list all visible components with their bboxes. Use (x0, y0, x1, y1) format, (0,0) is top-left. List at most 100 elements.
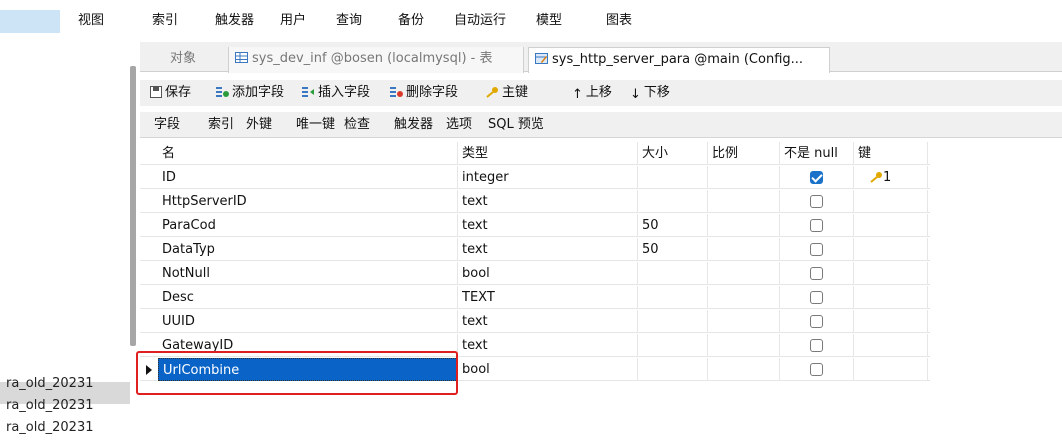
tab-fields[interactable]: 字段 (154, 114, 180, 136)
field-name-cell[interactable]: NotNull (158, 262, 458, 285)
tab-checks[interactable]: 检查 (344, 114, 370, 136)
field-type-cell[interactable]: text (458, 334, 638, 357)
field-type-cell[interactable]: text (458, 214, 638, 237)
row-marker[interactable] (140, 238, 158, 261)
key-cell[interactable] (854, 214, 928, 237)
not-null-checkbox[interactable] (810, 195, 823, 208)
field-scale-cell[interactable] (708, 358, 780, 381)
field-size-cell[interactable] (638, 334, 708, 357)
field-size-cell[interactable] (638, 358, 708, 381)
panel-splitter[interactable] (130, 66, 136, 346)
nav-table-item[interactable]: ra_old_20231 (6, 396, 93, 416)
not-null-checkbox[interactable] (810, 243, 823, 256)
field-type-cell[interactable]: bool (458, 358, 638, 381)
key-cell[interactable]: 1 (854, 166, 928, 189)
field-size-cell[interactable]: 50 (638, 238, 708, 261)
tab-sql-preview[interactable]: SQL 预览 (488, 114, 544, 136)
row-marker[interactable] (140, 286, 158, 309)
key-cell[interactable] (854, 238, 928, 261)
menu-user[interactable]: 用户 (280, 10, 306, 32)
row-marker[interactable] (140, 166, 158, 189)
not-null-checkbox[interactable] (810, 339, 823, 352)
field-type-cell[interactable]: integer (458, 166, 638, 189)
tab-foreign-keys[interactable]: 外键 (246, 114, 272, 136)
field-scale-cell[interactable] (708, 214, 780, 237)
field-scale-cell[interactable] (708, 286, 780, 309)
field-size-cell[interactable] (638, 262, 708, 285)
not-null-checkbox[interactable] (810, 267, 823, 280)
field-name-cell[interactable]: Desc (158, 286, 458, 309)
not-null-checkbox[interactable] (810, 219, 823, 232)
field-size-cell[interactable]: 50 (638, 214, 708, 237)
menu-model[interactable]: 模型 (536, 10, 562, 32)
add-field-button[interactable]: 添加字段 (216, 82, 284, 104)
table-row[interactable]: HttpServerID text (140, 190, 930, 213)
field-type-cell[interactable]: TEXT (458, 286, 638, 309)
field-name-cell[interactable]: HttpServerID (158, 190, 458, 213)
table-row[interactable]: ParaCod text 50 (140, 214, 930, 237)
key-cell[interactable] (854, 190, 928, 213)
key-cell[interactable] (854, 358, 928, 381)
tab-unique-keys[interactable]: 唯一键 (296, 114, 335, 136)
field-name-cell[interactable]: ID (158, 166, 458, 189)
nav-table-item[interactable]: ra_old_20231 (6, 418, 93, 438)
move-down-button[interactable]: ↓ 下移 (630, 82, 670, 104)
field-scale-cell[interactable] (708, 238, 780, 261)
menu-index[interactable]: 索引 (152, 10, 178, 32)
not-null-checkbox[interactable] (810, 315, 823, 328)
tab-objects[interactable]: 对象 (164, 47, 214, 73)
field-size-cell[interactable] (638, 190, 708, 213)
tab-sys-http-server-para[interactable]: sys_http_server_para @main (Config... (528, 47, 830, 73)
field-type-cell[interactable]: text (458, 310, 638, 333)
table-row[interactable]: DataTyp text 50 (140, 238, 930, 261)
menu-query[interactable]: 查询 (336, 10, 362, 32)
table-row[interactable]: ID integer 1 (140, 166, 930, 189)
field-type-cell[interactable]: bool (458, 262, 638, 285)
field-scale-cell[interactable] (708, 190, 780, 213)
field-name-cell[interactable]: ParaCod (158, 214, 458, 237)
field-size-cell[interactable] (638, 310, 708, 333)
primary-key-button[interactable]: 主键 (486, 82, 528, 104)
row-marker[interactable] (140, 262, 158, 285)
tab-options[interactable]: 选项 (446, 114, 472, 136)
key-cell[interactable] (854, 310, 928, 333)
menu-backup[interactable]: 备份 (398, 10, 424, 32)
row-marker[interactable] (140, 190, 158, 213)
row-marker[interactable] (140, 214, 158, 237)
header-key[interactable]: 键 (854, 142, 928, 165)
header-type[interactable]: 类型 (458, 142, 638, 165)
field-size-cell[interactable] (638, 286, 708, 309)
insert-field-button[interactable]: 插入字段 (302, 82, 370, 104)
table-row[interactable]: NotNull bool (140, 262, 930, 285)
header-not-null[interactable]: 不是 null (780, 142, 854, 165)
field-size-cell[interactable] (638, 166, 708, 189)
table-row[interactable]: Desc TEXT (140, 286, 930, 309)
field-scale-cell[interactable] (708, 166, 780, 189)
field-name-cell[interactable]: DataTyp (158, 238, 458, 261)
not-null-checkbox[interactable] (810, 171, 823, 184)
menu-automation[interactable]: 自动运行 (454, 10, 506, 32)
tab-sys-dev-inf[interactable]: sys_dev_inf @bosen (localmysql) - 表 (228, 47, 524, 73)
key-cell[interactable] (854, 334, 928, 357)
table-row[interactable]: UUID text (140, 310, 930, 333)
field-name-cell[interactable]: UUID (158, 310, 458, 333)
field-scale-cell[interactable] (708, 310, 780, 333)
not-null-checkbox[interactable] (810, 363, 823, 376)
field-type-cell[interactable]: text (458, 190, 638, 213)
menu-view[interactable]: 视图 (78, 10, 104, 32)
move-up-button[interactable]: ↑ 上移 (572, 82, 612, 104)
nav-table-item[interactable]: ra_old_20231 (6, 374, 93, 394)
field-scale-cell[interactable] (708, 262, 780, 285)
save-button[interactable]: 保存 (150, 82, 191, 104)
field-scale-cell[interactable] (708, 334, 780, 357)
field-type-cell[interactable]: text (458, 238, 638, 261)
tab-indexes[interactable]: 索引 (208, 114, 234, 136)
header-scale[interactable]: 比例 (708, 142, 780, 165)
not-null-checkbox[interactable] (810, 291, 823, 304)
delete-field-button[interactable]: 删除字段 (390, 82, 458, 104)
row-marker[interactable] (140, 310, 158, 333)
header-size[interactable]: 大小 (638, 142, 708, 165)
menu-chart[interactable]: 图表 (606, 10, 632, 32)
tab-triggers[interactable]: 触发器 (394, 114, 433, 136)
key-cell[interactable] (854, 262, 928, 285)
